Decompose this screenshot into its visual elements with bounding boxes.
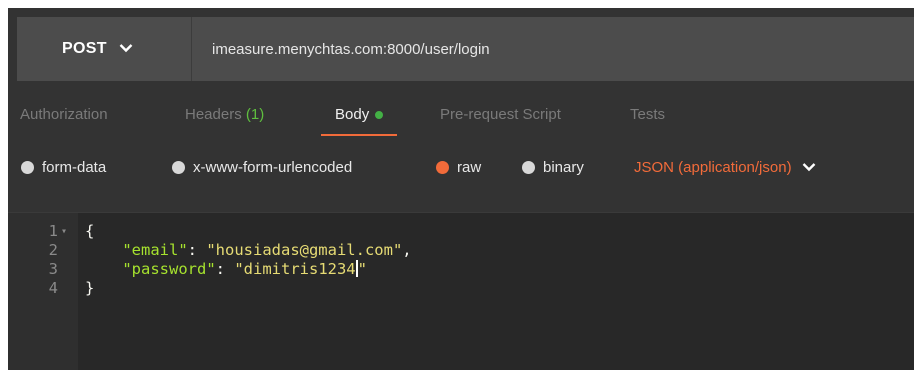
radio-icon xyxy=(522,161,535,174)
headers-count: (1) xyxy=(245,106,265,123)
code-line: 1 ▾ { xyxy=(8,222,914,241)
tab-pre-request-script[interactable]: Pre-request Script xyxy=(440,98,561,123)
fold-arrow-icon[interactable]: ▾ xyxy=(61,222,67,241)
code-line: 2 "email": "housiadas@gmail.com", xyxy=(8,241,914,260)
json-key: "password" xyxy=(122,260,216,278)
radio-icon xyxy=(21,161,34,174)
close-brace: } xyxy=(85,279,95,297)
method-label: POST xyxy=(62,40,107,57)
code-text: "email": "housiadas@gmail.com", xyxy=(122,241,412,259)
radio-urlencoded[interactable]: x-www-form-urlencoded xyxy=(172,159,352,176)
content-type-label: JSON (application/json) xyxy=(634,159,792,176)
tab-tests[interactable]: Tests xyxy=(630,98,665,123)
line-number: 1 xyxy=(48,222,58,240)
json-key: "email" xyxy=(122,241,188,259)
radio-icon xyxy=(172,161,185,174)
url-text: imeasure.menychtas.com:8000/user/login xyxy=(212,40,490,58)
tab-label: Authorization xyxy=(20,106,108,123)
json-value: "dimitris1234 xyxy=(234,260,356,278)
code-text: "password": "dimitris1234 " xyxy=(122,260,367,278)
option-label: form-data xyxy=(42,159,107,176)
request-bar: POST imeasure.menychtas.com:8000/user/lo… xyxy=(17,17,914,81)
tab-label: Body xyxy=(335,106,370,123)
json-value-end: " xyxy=(357,260,367,278)
code-text: { xyxy=(85,222,94,241)
content-type-dropdown[interactable]: JSON (application/json) xyxy=(634,159,816,176)
tab-body[interactable]: Body xyxy=(321,98,398,136)
body-type-options: form-data x-www-form-urlencoded raw bina… xyxy=(8,155,914,185)
request-tabs: Authorization Headers (1) Body Pre-reque… xyxy=(8,98,914,138)
chevron-down-icon xyxy=(802,159,816,176)
radio-binary[interactable]: binary xyxy=(522,159,584,176)
code-text: } xyxy=(85,279,94,298)
active-tab-indicator xyxy=(321,134,398,136)
option-label: x-www-form-urlencoded xyxy=(193,159,353,176)
tab-label: Headers xyxy=(185,106,242,123)
code-line: 3 "password": "dimitris1234 " xyxy=(8,260,914,279)
radio-form-data[interactable]: form-data xyxy=(21,159,106,176)
line-number: 2 xyxy=(48,241,58,259)
open-brace: { xyxy=(85,222,95,240)
method-selector[interactable]: POST xyxy=(17,17,191,81)
json-value: "housiadas@gmail.com" xyxy=(206,241,403,259)
radio-selected-icon xyxy=(436,161,449,174)
option-label: raw xyxy=(457,159,482,176)
code-line: 4 } xyxy=(8,279,914,298)
code-editor[interactable]: 1 ▾ { 2 "email": "housiadas@gmail.com", … xyxy=(8,212,914,370)
line-number: 4 xyxy=(48,279,58,297)
active-dot-icon xyxy=(375,111,384,120)
line-number: 3 xyxy=(48,260,58,278)
option-label: binary xyxy=(543,159,584,176)
url-input[interactable]: imeasure.menychtas.com:8000/user/login xyxy=(192,17,914,81)
tab-authorization[interactable]: Authorization xyxy=(20,98,108,123)
postman-window: POST imeasure.menychtas.com:8000/user/lo… xyxy=(8,8,914,370)
tab-label: Tests xyxy=(630,106,666,123)
tab-headers[interactable]: Headers (1) xyxy=(185,98,264,123)
chevron-down-icon xyxy=(119,40,133,58)
radio-raw[interactable]: raw xyxy=(436,159,481,176)
tab-label: Pre-request Script xyxy=(440,106,561,123)
